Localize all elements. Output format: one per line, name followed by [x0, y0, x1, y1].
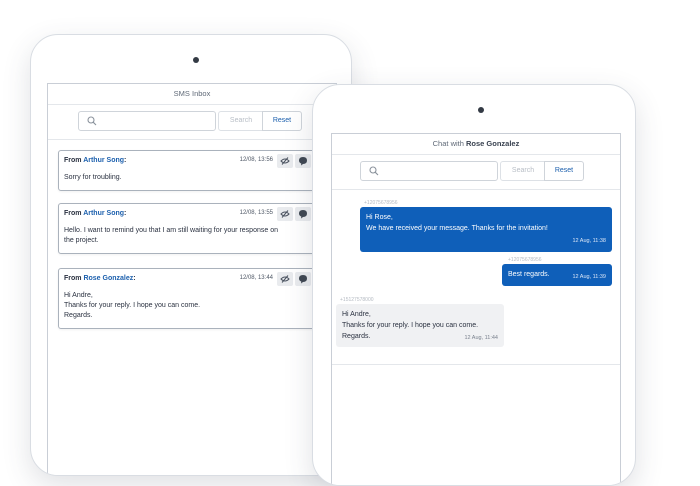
chat-footer-divider — [332, 364, 620, 365]
outgoing-message: Best regards. 12 Aug, 11:39 — [502, 264, 612, 286]
chat-screen: Chat with Rose Gonzalez Search Reset +12… — [331, 133, 621, 485]
inbox-title: SMS Inbox — [48, 84, 336, 105]
hide-message-button[interactable] — [277, 154, 293, 168]
search-icon — [87, 116, 97, 126]
hide-message-button[interactable] — [277, 207, 293, 221]
sender-phone: +12075678956 — [508, 257, 542, 263]
chat-search-row: Search Reset — [332, 155, 620, 190]
sender-phone: +15127578000 — [340, 297, 374, 303]
reply-button[interactable] — [295, 207, 311, 221]
message-time: 12 Aug, 11:38 — [572, 238, 606, 244]
chat-bubble-icon — [299, 275, 307, 284]
reply-button[interactable] — [295, 154, 311, 168]
message-time: 12 Aug, 11:44 — [464, 335, 498, 341]
hide-message-button[interactable] — [277, 272, 293, 286]
message-time: 12 Aug, 11:39 — [572, 274, 606, 280]
inbox-message-card[interactable]: From Arthur Song: 12/08, 13:55 Hello. I … — [58, 203, 316, 254]
tablet-camera — [193, 57, 199, 63]
sender-phone: +12075678956 — [364, 200, 398, 206]
inbox-message-card[interactable]: From Arthur Song: 12/08, 13:56 Sorry for… — [58, 150, 316, 191]
message-time: 12/08, 13:56 — [239, 157, 273, 163]
hide-icon — [280, 157, 290, 165]
inbox-search-button[interactable]: Search — [218, 111, 264, 131]
chat-messages: +12075678956 Hi Rose, We have received y… — [332, 190, 620, 370]
inbox-search-input[interactable] — [78, 111, 216, 131]
inbox-reset-button[interactable]: Reset — [262, 111, 302, 131]
message-time: 12/08, 13:55 — [239, 210, 273, 216]
inbox-message-card[interactable]: From Rose Gonzalez: 12/08, 13:44 Hi Andr… — [58, 268, 316, 329]
message-body: Hi Andre, Thanks for your reply. I hope … — [64, 292, 201, 319]
chat-bubble-icon — [299, 157, 307, 166]
chat-search-button[interactable]: Search — [500, 161, 546, 181]
chat-tablet: Chat with Rose Gonzalez Search Reset +12… — [312, 84, 636, 486]
inbox-screen: SMS Inbox Search Reset From Arthur Song:… — [47, 83, 337, 475]
search-icon — [369, 166, 379, 176]
incoming-message: Hi Andre, Thanks for your reply. I hope … — [336, 304, 504, 347]
message-sender: From Rose Gonzalez: — [64, 275, 136, 282]
inbox-search-row: Search Reset — [48, 105, 336, 140]
chat-search-input[interactable] — [360, 161, 498, 181]
sender-link[interactable]: Rose Gonzalez — [83, 275, 133, 282]
message-body: Hello. I want to remind you that I am st… — [64, 227, 278, 244]
reply-button[interactable] — [295, 272, 311, 286]
sender-link[interactable]: Arthur Song — [83, 157, 124, 164]
outgoing-message: Hi Rose, We have received your message. … — [360, 207, 612, 252]
inbox-tablet: SMS Inbox Search Reset From Arthur Song:… — [30, 34, 352, 476]
hide-icon — [280, 210, 290, 218]
chat-title: Chat with Rose Gonzalez — [332, 134, 620, 155]
sender-link[interactable]: Arthur Song — [83, 210, 124, 217]
message-sender: From Arthur Song: — [64, 210, 127, 217]
chat-reset-button[interactable]: Reset — [544, 161, 584, 181]
hide-icon — [280, 275, 290, 283]
tablet-camera — [478, 107, 484, 113]
message-time: 12/08, 13:44 — [239, 275, 273, 281]
chat-bubble-icon — [299, 210, 307, 219]
message-sender: From Arthur Song: — [64, 157, 127, 164]
message-body: Sorry for troubling. — [64, 174, 122, 181]
